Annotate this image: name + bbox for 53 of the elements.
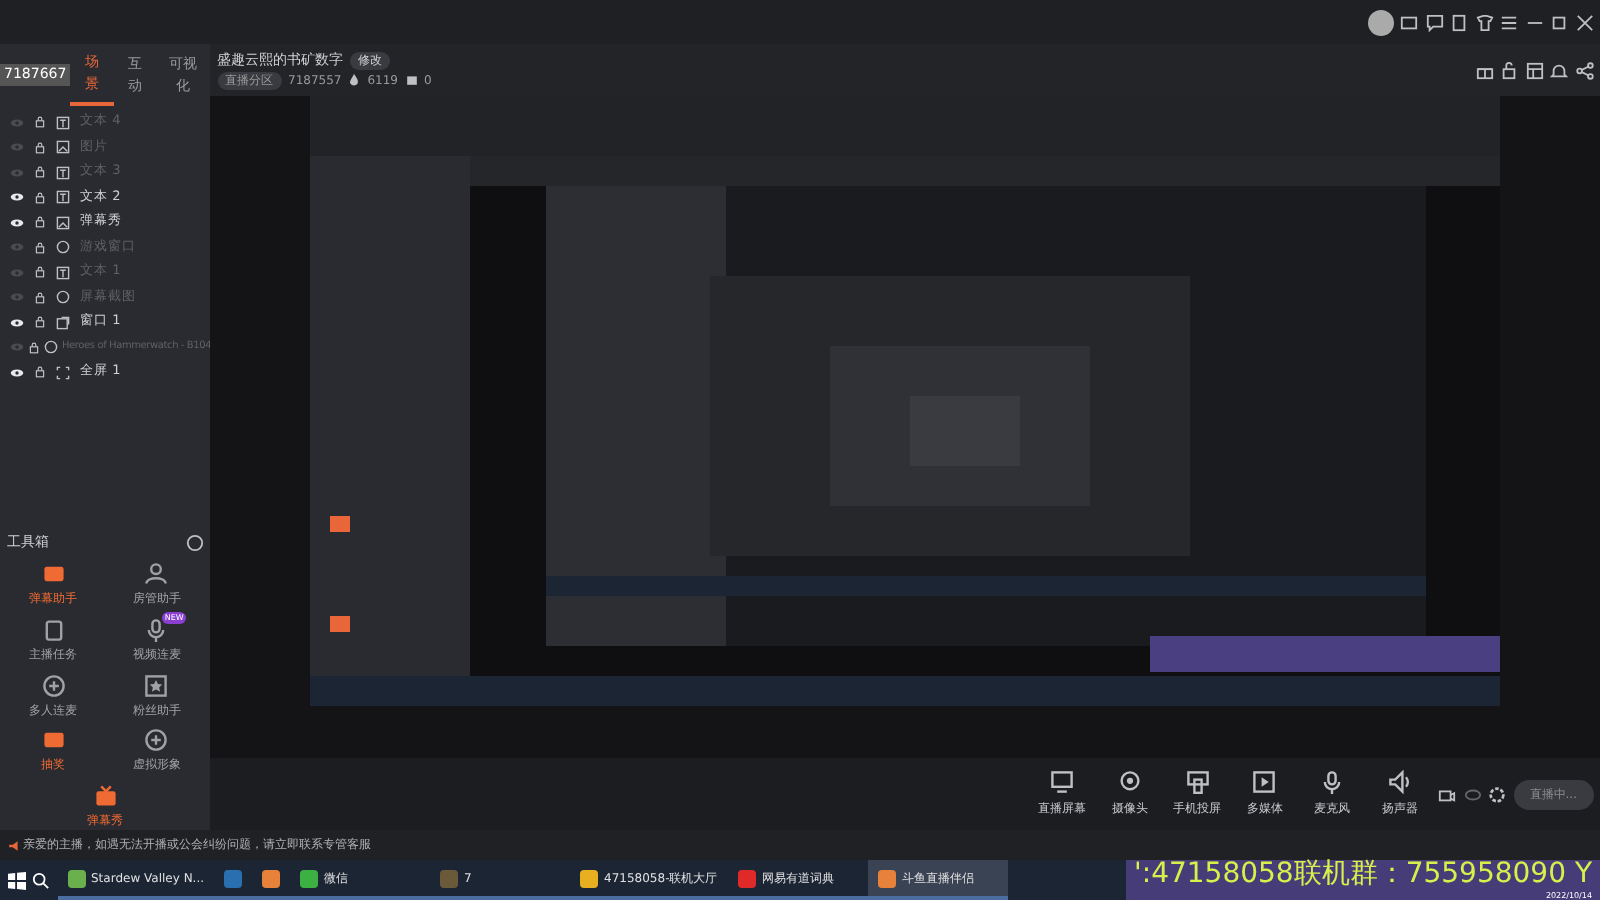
text-layer-icon xyxy=(56,115,70,129)
lock-icon[interactable] xyxy=(34,191,46,203)
image-layer-icon xyxy=(56,215,70,229)
lock-icon[interactable] xyxy=(34,266,46,278)
ticker-text: ':47158058联机群：755958090 Y xyxy=(1134,860,1592,890)
game-layer-icon xyxy=(56,240,70,254)
speaker-icon xyxy=(1387,770,1412,794)
text-layer-icon xyxy=(56,265,70,279)
game-layer-icon xyxy=(56,290,70,304)
phone-icon xyxy=(1185,770,1210,794)
lock-icon[interactable] xyxy=(34,291,46,303)
bell-icon[interactable] xyxy=(1550,61,1568,79)
clipboard-icon xyxy=(41,617,66,642)
image-layer-icon xyxy=(56,140,70,154)
more-icon[interactable] xyxy=(185,533,203,551)
lock-icon[interactable] xyxy=(34,141,46,153)
game-layer-icon xyxy=(44,340,58,354)
screen-layer-icon xyxy=(56,365,70,379)
mic-icon xyxy=(1320,770,1345,794)
menu-icon[interactable] xyxy=(1500,13,1518,31)
lock-icon[interactable] xyxy=(34,116,46,128)
share-icon[interactable] xyxy=(1575,61,1593,79)
plus-icon xyxy=(41,673,66,697)
avatar[interactable] xyxy=(1367,9,1393,35)
search-icon[interactable] xyxy=(32,871,50,889)
close-icon[interactable] xyxy=(1575,13,1593,31)
star-icon xyxy=(144,673,169,697)
text-layer-icon xyxy=(56,190,70,204)
lock-icon[interactable] xyxy=(28,341,40,353)
windows-start-icon[interactable] xyxy=(7,871,25,889)
plus-icon xyxy=(144,728,169,753)
lock-icon[interactable] xyxy=(34,316,46,328)
lock-icon[interactable] xyxy=(34,366,46,378)
settings-icon[interactable] xyxy=(1488,785,1507,803)
lock-icon[interactable] xyxy=(34,216,46,228)
unlock-icon[interactable] xyxy=(1500,61,1518,79)
camera-icon[interactable] xyxy=(1438,785,1457,803)
tv-icon xyxy=(93,784,117,808)
speaker-icon xyxy=(7,839,19,851)
shirt-icon[interactable] xyxy=(1475,13,1493,31)
window-layer-icon xyxy=(56,315,70,329)
layout-icon[interactable] xyxy=(1525,61,1543,79)
camera-icon xyxy=(1117,770,1142,794)
lock-icon[interactable] xyxy=(34,166,46,178)
screen-icon xyxy=(1050,770,1075,794)
window-icon[interactable] xyxy=(1400,13,1418,31)
text-layer-icon xyxy=(56,165,70,179)
maximize-icon[interactable] xyxy=(1550,13,1568,31)
mic-icon xyxy=(144,617,169,642)
media-icon xyxy=(1252,770,1277,794)
person-icon xyxy=(144,562,169,586)
device-icon[interactable] xyxy=(1450,13,1468,31)
lock-icon[interactable] xyxy=(34,241,46,253)
